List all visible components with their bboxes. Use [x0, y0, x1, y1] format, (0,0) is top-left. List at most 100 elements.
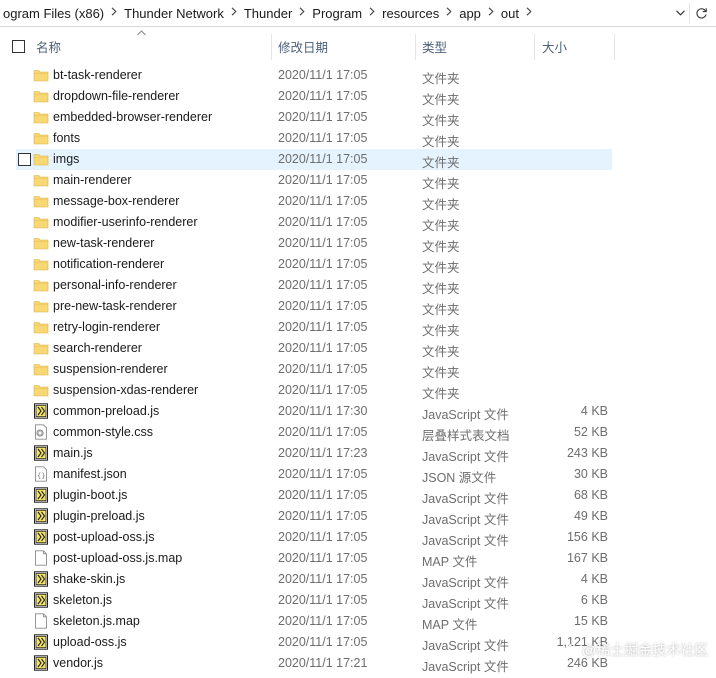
file-row[interactable]: plugin-preload.js 2020/11/1 17:05 JavaScri…	[16, 506, 612, 527]
breadcrumb-separator-icon[interactable]	[227, 7, 241, 19]
folder-row[interactable]: message-box-renderer 2020/11/1 17:05 文件夹	[16, 191, 612, 212]
column-date[interactable]: 修改日期	[278, 28, 414, 64]
folder-row[interactable]: personal-info-renderer 2020/11/1 17:05 文件夹	[16, 275, 612, 296]
address-bar[interactable]: ogram Files (x86) Thunder Network Thunder P…	[0, 0, 716, 27]
file-row[interactable]: common-style.css 2020/11/1 17:05 层叠样式表文档 52…	[16, 422, 612, 443]
folder-icon	[33, 382, 49, 398]
column-name[interactable]: 名称	[36, 28, 270, 64]
breadcrumb-item[interactable]: out	[498, 6, 522, 21]
file-row[interactable]: post-upload-oss.js.map 2020/11/1 17:05 MAP…	[16, 548, 612, 569]
file-type: JavaScript 文件	[422, 660, 509, 674]
folder-row[interactable]: embedded-browser-renderer 2020/11/1 17:05…	[16, 107, 612, 128]
folder-row[interactable]: dropdown-file-renderer 2020/11/1 17:05 文件夹	[16, 86, 612, 107]
file-type: MAP 文件	[422, 618, 478, 632]
file-row[interactable]: skeleton.js.map 2020/11/1 17:05 MAP 文件 15 K…	[16, 611, 612, 632]
select-all-checkbox-cell[interactable]	[12, 28, 25, 64]
breadcrumb-item[interactable]: app	[456, 6, 484, 21]
file-row[interactable]: skeleton.js 2020/11/1 17:05 JavaScript 文件 6…	[16, 590, 612, 611]
file-name: bt-task-renderer	[53, 68, 142, 82]
file-name: suspension-xdas-renderer	[53, 383, 199, 397]
breadcrumb-separator-icon[interactable]	[295, 7, 309, 19]
folder-row[interactable]: imgs 2020/11/1 17:05 文件夹	[16, 149, 612, 170]
refresh-icon	[695, 7, 707, 18]
file-type: JavaScript 文件	[422, 492, 509, 506]
row-checkbox[interactable]	[18, 153, 31, 166]
folder-icon	[33, 130, 49, 146]
file-type: 文件夹	[422, 345, 460, 359]
file-name: dropdown-file-renderer	[53, 89, 180, 103]
folder-icon	[33, 151, 49, 167]
breadcrumb-separator-icon[interactable]	[365, 7, 379, 19]
file-type: 文件夹	[422, 177, 460, 191]
column-size[interactable]: 大小	[542, 28, 612, 64]
folder-row[interactable]: modifier-userinfo-renderer 2020/11/1 17:0…	[16, 212, 612, 233]
column-divider[interactable]	[271, 34, 272, 60]
file-row[interactable]: vendor.js 2020/11/1 17:21 JavaScript 文件 246…	[16, 653, 612, 674]
folder-icon	[33, 214, 49, 230]
column-header: 名称 修改日期 类型 大小	[0, 28, 716, 64]
column-divider[interactable]	[614, 34, 615, 60]
breadcrumb-item[interactable]: resources	[379, 6, 442, 21]
address-dropdown-button[interactable]	[672, 3, 688, 23]
folder-row[interactable]: main-renderer 2020/11/1 17:05 文件夹	[16, 170, 612, 191]
file-type: 文件夹	[422, 93, 460, 107]
folder-row[interactable]: fonts 2020/11/1 17:05 文件夹	[16, 128, 612, 149]
folder-row[interactable]: notification-renderer 2020/11/1 17:05 文件夹	[16, 254, 612, 275]
file-name: plugin-preload.js	[53, 509, 145, 523]
file-type: JavaScript 文件	[422, 450, 509, 464]
file-date: 2020/11/1 17:05	[278, 299, 368, 313]
file-name: notification-renderer	[53, 257, 165, 271]
file-type: JavaScript 文件	[422, 639, 509, 653]
file-date: 2020/11/1 17:05	[278, 593, 368, 607]
file-name: common-style.css	[53, 425, 154, 439]
file-row[interactable]: main.js 2020/11/1 17:23 JavaScript 文件 243 K…	[16, 443, 612, 464]
breadcrumb[interactable]: ogram Files (x86) Thunder Network Thunder P…	[0, 0, 676, 26]
breadcrumb-item[interactable]: ogram Files (x86)	[0, 6, 107, 21]
breadcrumb-separator-icon[interactable]	[484, 7, 498, 19]
folder-row[interactable]: new-task-renderer 2020/11/1 17:05 文件夹	[16, 233, 612, 254]
folder-row[interactable]: bt-task-renderer 2020/11/1 17:05 文件夹	[16, 65, 612, 86]
file-date: 2020/11/1 17:05	[278, 383, 368, 397]
file-date: 2020/11/1 17:05	[278, 215, 368, 229]
file-name: skeleton.js	[53, 593, 113, 607]
file-row[interactable]: shake-skin.js 2020/11/1 17:05 JavaScript 文…	[16, 569, 612, 590]
folder-row[interactable]: suspension-xdas-renderer 2020/11/1 17:05 文…	[16, 380, 612, 401]
breadcrumb-item[interactable]: Thunder Network	[121, 6, 227, 21]
breadcrumb-separator-icon[interactable]	[522, 7, 536, 19]
file-date: 2020/11/1 17:05	[278, 89, 368, 103]
breadcrumb-item[interactable]: Thunder	[241, 6, 295, 21]
folder-row[interactable]: retry-login-renderer 2020/11/1 17:05 文件夹	[16, 317, 612, 338]
file-date: 2020/11/1 17:05	[278, 236, 368, 250]
file-size: 243 KB	[566, 446, 608, 460]
js-file-icon	[33, 634, 49, 650]
file-row[interactable]: {} manifest.json 2020/11/1 17:05 JSON 源文件 30…	[16, 464, 612, 485]
file-name: retry-login-renderer	[53, 320, 160, 334]
folder-row[interactable]: pre-new-task-renderer 2020/11/1 17:05 文件夹	[16, 296, 612, 317]
file-name: common-preload.js	[53, 404, 160, 418]
file-name: search-renderer	[53, 341, 142, 355]
file-row[interactable]: upload-oss.js 2020/11/1 17:05 JavaScript 文…	[16, 632, 612, 653]
map-file-icon	[33, 550, 49, 566]
breadcrumb-separator-icon[interactable]	[107, 7, 121, 19]
file-type: JSON 源文件	[422, 471, 497, 485]
breadcrumb-item[interactable]: Program	[309, 6, 365, 21]
breadcrumb-separator-icon[interactable]	[442, 7, 456, 19]
file-type: 文件夹	[422, 135, 460, 149]
file-date: 2020/11/1 17:05	[278, 320, 368, 334]
file-row[interactable]: common-preload.js 2020/11/1 17:30 JavaScri…	[16, 401, 612, 422]
column-divider[interactable]	[415, 34, 416, 60]
file-date: 2020/11/1 17:05	[278, 68, 368, 82]
file-row[interactable]: plugin-boot.js 2020/11/1 17:05 JavaScript …	[16, 485, 612, 506]
select-all-checkbox[interactable]	[12, 39, 25, 53]
column-type[interactable]: 类型	[422, 28, 532, 64]
file-date: 2020/11/1 17:05	[278, 509, 368, 523]
file-type: JavaScript 文件	[422, 534, 509, 548]
file-name: new-task-renderer	[53, 236, 155, 250]
file-row[interactable]: post-upload-oss.js 2020/11/1 17:05 JavaScr…	[16, 527, 612, 548]
file-type: 文件夹	[422, 303, 460, 317]
column-divider[interactable]	[534, 34, 535, 60]
folder-row[interactable]: suspension-renderer 2020/11/1 17:05 文件夹	[16, 359, 612, 380]
folder-icon	[33, 172, 49, 188]
refresh-button[interactable]	[689, 3, 712, 23]
folder-row[interactable]: search-renderer 2020/11/1 17:05 文件夹	[16, 338, 612, 359]
